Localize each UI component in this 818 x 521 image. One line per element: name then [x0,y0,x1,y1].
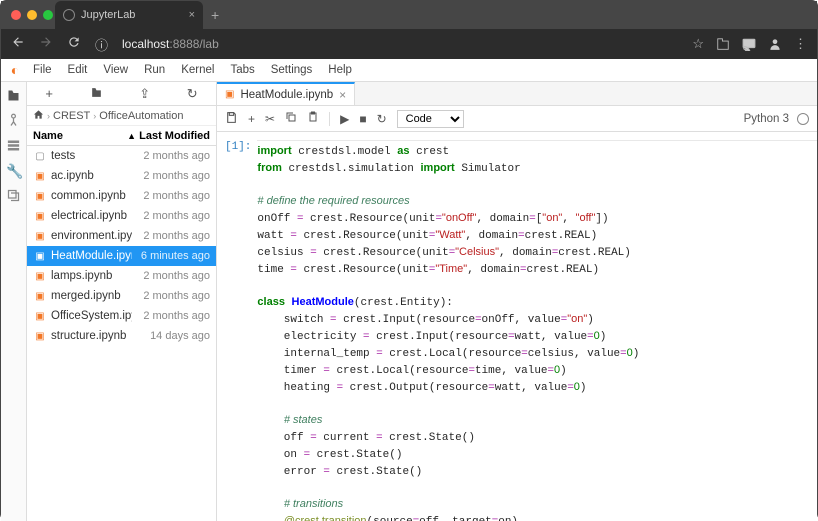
notebook-icon: ▣ [33,331,47,342]
notebook-body[interactable]: [1]: import crestdsl.model as crest from… [217,132,817,521]
jupyter-menubar: ◐ FileEditViewRunKernelTabsSettingsHelp [1,59,817,82]
file-row[interactable]: ▣environment.ipynb2 months ago [27,226,216,246]
menu-edit[interactable]: Edit [60,64,96,76]
tabs-icon[interactable] [6,188,21,203]
file-row[interactable]: ▣common.ipynb2 months ago [27,186,216,206]
commands-icon[interactable] [6,138,21,153]
file-row[interactable]: ▣electrical.ipynb2 months ago [27,206,216,226]
cell-prompt: [1]: [225,140,257,521]
activity-bar: 🔧 [1,82,27,521]
settings-icon[interactable]: 🔧 [6,163,21,178]
code-editor[interactable]: import crestdsl.model as crest from cres… [257,140,817,521]
save-button[interactable] [225,111,238,127]
browser-tab[interactable]: JupyterLab × [55,1,203,29]
notebook-toolbar: + ✂ ▶ ■ ↻ Code Python 3 [217,106,817,132]
forward-button[interactable] [39,35,53,54]
main-area: ▣ HeatModule.ipynb × + ✂ ▶ ■ ↻ Code Pyth… [217,82,817,521]
run-button[interactable]: ▶ [340,112,349,126]
notebook-icon: ▣ [33,311,47,322]
menu-tabs[interactable]: Tabs [222,64,262,76]
new-tab-button[interactable]: + [211,7,219,23]
profile-icon[interactable] [768,37,782,51]
close-tab-icon[interactable]: × [189,9,195,21]
menu-settings[interactable]: Settings [263,64,321,76]
folder-icon: ▢ [33,151,47,162]
cast-icon[interactable] [742,37,756,51]
restart-button[interactable]: ↻ [377,112,387,126]
reload-button[interactable] [67,35,81,54]
new-launcher-button[interactable]: + [45,86,53,101]
site-info-icon[interactable]: ⓘ [95,35,108,54]
url-display[interactable]: localhost:8888/lab [122,37,678,51]
notebook-icon: ▣ [225,89,234,100]
notebook-icon: ▣ [33,291,47,302]
cell-type-select[interactable]: Code [397,110,464,128]
minimize-window-button[interactable] [27,10,37,20]
stop-button[interactable]: ■ [359,112,366,126]
file-row[interactable]: ▣structure.ipynb14 days ago [27,326,216,346]
window-titlebar: JupyterLab × + [1,1,817,29]
notebook-icon: ▣ [33,191,47,202]
paste-button[interactable] [307,111,319,126]
file-browser: + ⇪ ↻ ›CREST ›OfficeAutomation Name▲ Las… [27,82,217,521]
editor-tabs: ▣ HeatModule.ipynb × [217,82,817,106]
back-button[interactable] [11,35,25,54]
breadcrumb[interactable]: ›CREST ›OfficeAutomation [27,106,216,126]
refresh-button[interactable]: ↻ [187,86,198,102]
new-folder-button[interactable] [90,86,103,102]
running-icon[interactable] [6,113,21,128]
notebook-icon: ▣ [33,211,47,222]
traffic-lights [1,10,53,20]
jupyter-favicon [63,9,75,21]
add-cell-button[interactable]: + [248,112,255,126]
file-row[interactable]: ▣lamps.ipynb2 months ago [27,266,216,286]
menu-kernel[interactable]: Kernel [173,64,222,76]
menu-view[interactable]: View [95,64,136,76]
translate-icon[interactable] [716,37,730,51]
file-row[interactable]: ▣ac.ipynb2 months ago [27,166,216,186]
upload-button[interactable]: ⇪ [139,86,150,102]
browser-address-bar: ⓘ localhost:8888/lab ☆ ⋮ [1,29,817,59]
file-row[interactable]: ▣HeatModule.ipynb6 minutes ago [27,246,216,266]
file-list-header: Name▲ Last Modified [27,126,216,146]
menu-help[interactable]: Help [320,64,360,76]
browser-tab-title: JupyterLab [81,9,135,21]
cut-button[interactable]: ✂ [265,112,275,126]
jupyter-logo[interactable]: ◐ [5,62,25,78]
notebook-icon: ▣ [33,171,47,182]
notebook-tab[interactable]: ▣ HeatModule.ipynb × [217,82,355,105]
menu-run[interactable]: Run [136,64,173,76]
star-icon[interactable]: ☆ [692,36,704,52]
menu-file[interactable]: File [25,64,60,76]
close-tab-icon[interactable]: × [339,88,346,102]
maximize-window-button[interactable] [43,10,53,20]
file-row[interactable]: ▣merged.ipynb2 months ago [27,286,216,306]
close-window-button[interactable] [11,10,21,20]
file-row[interactable]: ▣OfficeSystem.ipynb2 months ago [27,306,216,326]
copy-button[interactable] [285,111,297,126]
notebook-icon: ▣ [33,271,47,282]
home-icon[interactable] [33,109,44,123]
kernel-name[interactable]: Python 3 [744,113,789,125]
code-cell[interactable]: [1]: import crestdsl.model as crest from… [221,140,817,521]
file-browser-icon[interactable] [6,88,21,103]
menu-button[interactable]: ⋮ [794,36,807,52]
notebook-icon: ▣ [33,251,47,262]
file-row[interactable]: ▢tests2 months ago [27,146,216,166]
kernel-status-icon [797,113,809,125]
notebook-icon: ▣ [33,231,47,242]
